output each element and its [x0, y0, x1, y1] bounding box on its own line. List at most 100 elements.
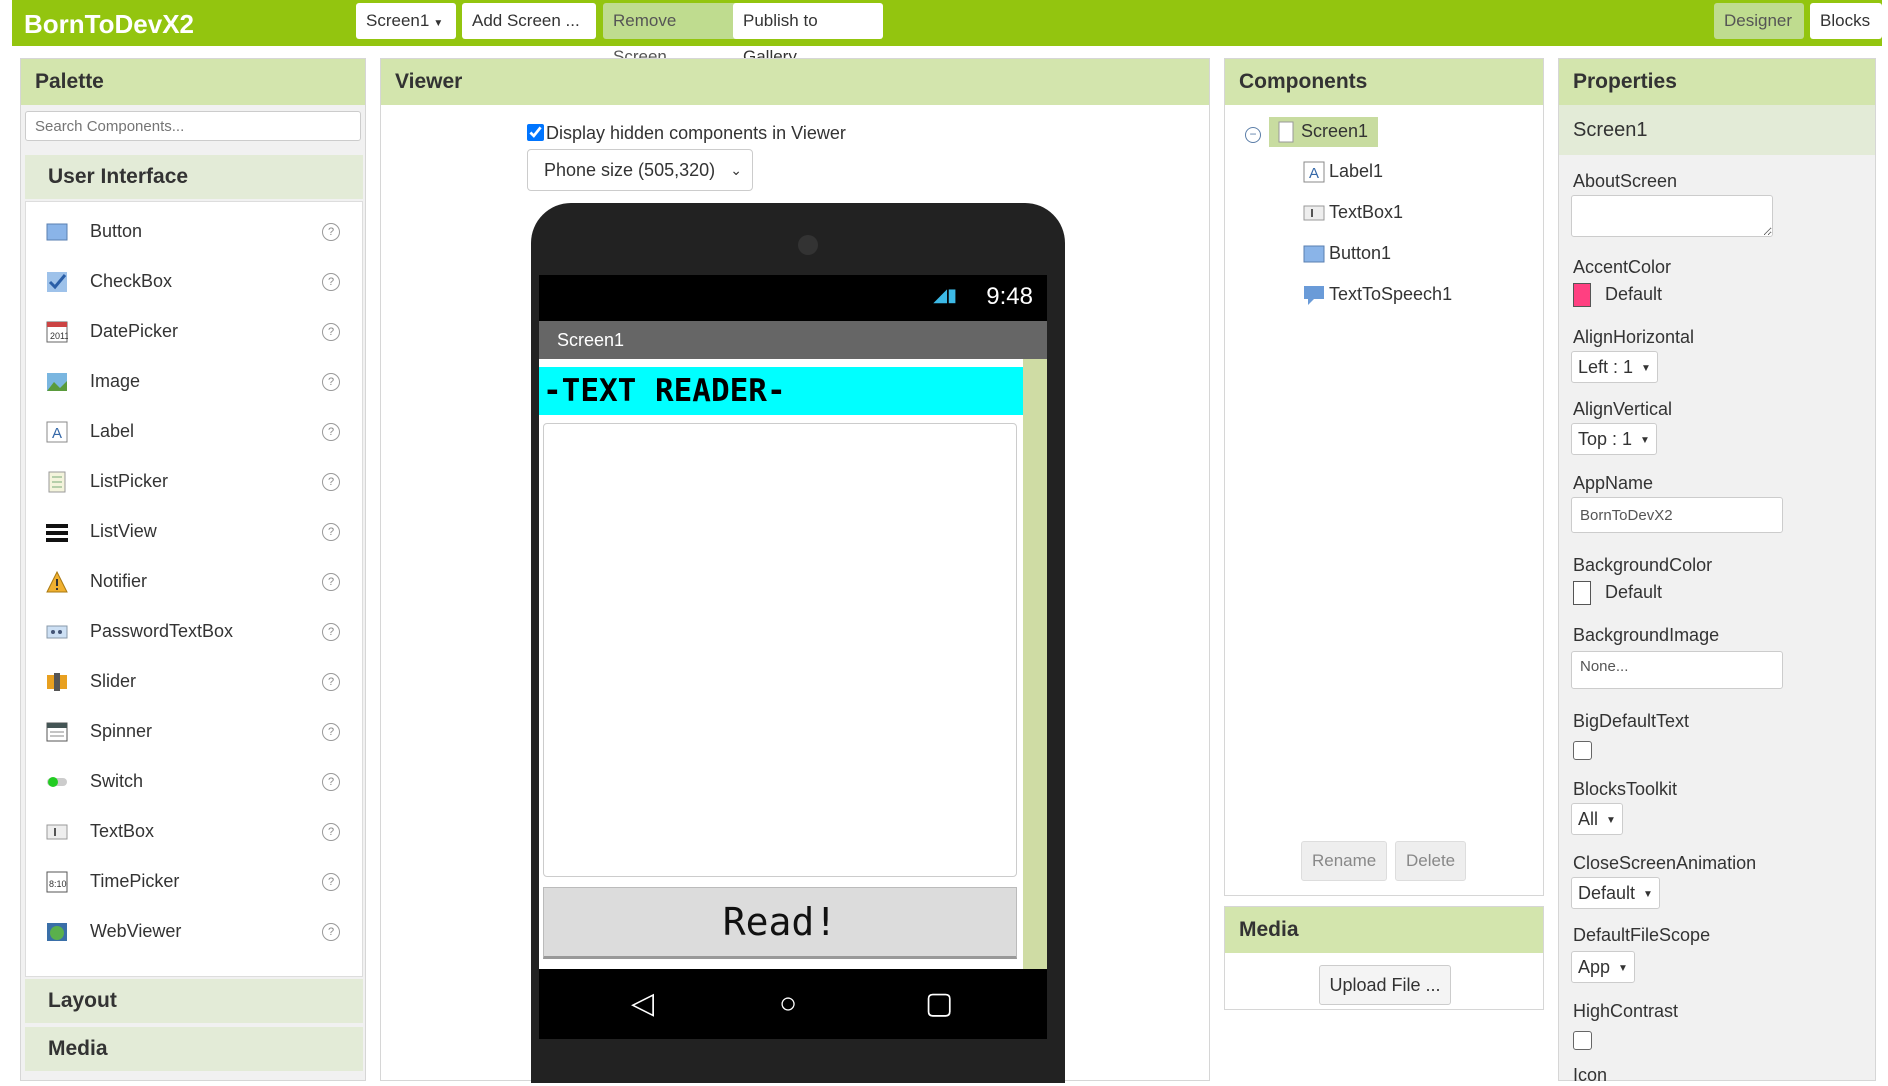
status-time: 9:48: [986, 283, 1033, 310]
media-title: Media: [1225, 907, 1543, 953]
button-icon: [46, 221, 68, 243]
screen-scroll-rail: [1023, 359, 1047, 969]
rename-button[interactable]: Rename: [1301, 841, 1388, 881]
highcontrast-checkbox[interactable]: [1573, 1031, 1592, 1050]
tree-item-label: Label1: [1329, 161, 1384, 181]
spinner-icon: [46, 721, 68, 743]
help-icon[interactable]: ?: [322, 823, 340, 841]
palette-item-label: ListPicker: [90, 471, 169, 491]
checkbox-icon: [46, 271, 68, 293]
search-components-input[interactable]: [25, 111, 361, 141]
tree-item-label1[interactable]: A Label1: [1303, 161, 1383, 183]
help-icon[interactable]: ?: [322, 923, 340, 941]
palette-item-spinner[interactable]: Spinner ?: [26, 708, 362, 758]
category-layout[interactable]: Layout: [25, 979, 363, 1023]
collapse-icon[interactable]: −: [1245, 127, 1261, 143]
help-icon[interactable]: ?: [322, 623, 340, 641]
help-icon[interactable]: ?: [322, 423, 340, 441]
palette-item-passwordtextbox[interactable]: PasswordTextBox ?: [26, 608, 362, 658]
caret-down-icon: ▼: [1606, 815, 1616, 826]
help-icon[interactable]: ?: [322, 273, 340, 291]
upload-file-button[interactable]: Upload File ...: [1319, 965, 1451, 1005]
palette-item-switch[interactable]: Switch ?: [26, 758, 362, 808]
palette-item-webviewer[interactable]: WebViewer ?: [26, 908, 362, 958]
media-panel: Media Upload File ...: [1224, 906, 1544, 1010]
phone-size-label: Phone size (505,320): [544, 160, 716, 180]
label1-component[interactable]: -TEXT READER-: [539, 367, 1023, 415]
help-icon[interactable]: ?: [322, 873, 340, 891]
delete-button[interactable]: Delete: [1395, 841, 1467, 881]
help-icon[interactable]: ?: [322, 323, 340, 341]
svg-text:2011: 2011: [50, 331, 68, 341]
palette-item-label[interactable]: A Label ?: [26, 408, 362, 458]
palette-item-checkbox[interactable]: CheckBox ?: [26, 258, 362, 308]
help-icon[interactable]: ?: [322, 673, 340, 691]
backgroundimage-picker[interactable]: None...: [1571, 651, 1783, 689]
accentcolor-value: Default: [1605, 283, 1663, 304]
status-bar: ◢▮ 9:48: [539, 275, 1047, 321]
phone-size-select[interactable]: Phone size (505,320) ⌄: [527, 149, 753, 191]
backgroundcolor-picker[interactable]: Default: [1573, 581, 1662, 605]
alignhorizontal-select[interactable]: Left : 1 ▼: [1571, 351, 1658, 383]
palette-item-button[interactable]: Button ?: [26, 208, 362, 258]
appname-input[interactable]: [1571, 497, 1783, 533]
hidden-components-row: Display hidden components in Viewer: [527, 123, 846, 144]
help-icon[interactable]: ?: [322, 573, 340, 591]
palette-item-image[interactable]: Image ?: [26, 358, 362, 408]
accentcolor-picker[interactable]: Default: [1573, 283, 1662, 307]
hidden-components-checkbox[interactable]: [527, 124, 544, 141]
palette-item-label: Button: [90, 221, 143, 241]
prop-label-closescreenanimation: CloseScreenAnimation: [1573, 853, 1757, 873]
help-icon[interactable]: ?: [322, 223, 340, 241]
tree-item-texttospeech1[interactable]: TextToSpeech1: [1303, 284, 1452, 306]
textbox1-component[interactable]: [543, 423, 1017, 877]
screen-select[interactable]: Screen1 ▼: [356, 3, 456, 39]
palette-item-label: ListView: [90, 521, 157, 541]
designer-button[interactable]: Designer: [1714, 3, 1804, 39]
bigdefaulttext-checkbox[interactable]: [1573, 741, 1592, 760]
label-icon: A: [1303, 161, 1325, 183]
palette-item-listview[interactable]: ListView ?: [26, 508, 362, 558]
caret-down-icon: ▼: [1618, 963, 1628, 974]
tree-item-textbox1[interactable]: TextBox1: [1303, 202, 1403, 224]
components-panel: Components − Screen1 A Label1 TextBox1 Bu…: [1224, 58, 1544, 896]
palette-item-label: Image: [90, 371, 141, 391]
top-bar: BornToDevX2 Screen1 ▼ Add Screen ... Remo…: [12, 0, 1882, 66]
textbox-icon: [1303, 202, 1325, 224]
listpicker-icon: [46, 471, 68, 493]
prop-label-appname: AppName: [1573, 473, 1654, 493]
palette-item-timepicker[interactable]: 8:10 TimePicker ?: [26, 858, 362, 908]
help-icon[interactable]: ?: [322, 773, 340, 791]
help-icon[interactable]: ?: [322, 723, 340, 741]
aboutscreen-textarea[interactable]: [1571, 195, 1773, 237]
remove-screen-button[interactable]: Remove Screen: [603, 3, 739, 66]
defaultfilescope-select[interactable]: App ▼: [1571, 951, 1635, 983]
palette-item-notifier[interactable]: Notifier ?: [26, 558, 362, 608]
palette-item-datepicker[interactable]: 2011 DatePicker ?: [26, 308, 362, 358]
category-user-interface[interactable]: User Interface: [25, 155, 363, 199]
tree-item-button1[interactable]: Button1: [1303, 243, 1391, 265]
help-icon[interactable]: ?: [322, 473, 340, 491]
help-icon[interactable]: ?: [322, 373, 340, 391]
backgroundcolor-value: Default: [1605, 581, 1663, 602]
back-icon: ◁: [631, 987, 655, 1020]
palette-panel: Palette User Interface Button ? CheckBox…: [20, 58, 366, 1081]
button1-component[interactable]: Read!: [543, 887, 1017, 959]
phone-mockup: ◢▮ 9:48 Screen1 -TEXT READER- Read! ◁ ○ …: [531, 203, 1065, 1083]
tree-item-screen1[interactable]: Screen1: [1269, 117, 1379, 148]
add-screen-button[interactable]: Add Screen ...: [462, 3, 596, 39]
category-media[interactable]: Media: [25, 1027, 363, 1071]
palette-item-label: Spinner: [90, 721, 153, 741]
prop-label-defaultfilescope: DefaultFileScope: [1573, 925, 1711, 945]
blockstoolkit-select[interactable]: All ▼: [1571, 803, 1623, 835]
palette-item-label: DatePicker: [90, 321, 179, 341]
palette-item-listpicker[interactable]: ListPicker ?: [26, 458, 362, 508]
svg-text:8:10: 8:10: [49, 879, 67, 889]
publish-gallery-button[interactable]: Publish to Gallery: [733, 3, 883, 66]
closescreenanimation-select[interactable]: Default ▼: [1571, 877, 1660, 909]
alignvertical-select[interactable]: Top : 1 ▼: [1571, 423, 1657, 455]
help-icon[interactable]: ?: [322, 523, 340, 541]
blocks-button[interactable]: Blocks: [1810, 3, 1882, 39]
palette-item-textbox[interactable]: TextBox ?: [26, 808, 362, 858]
palette-item-slider[interactable]: Slider ?: [26, 658, 362, 708]
